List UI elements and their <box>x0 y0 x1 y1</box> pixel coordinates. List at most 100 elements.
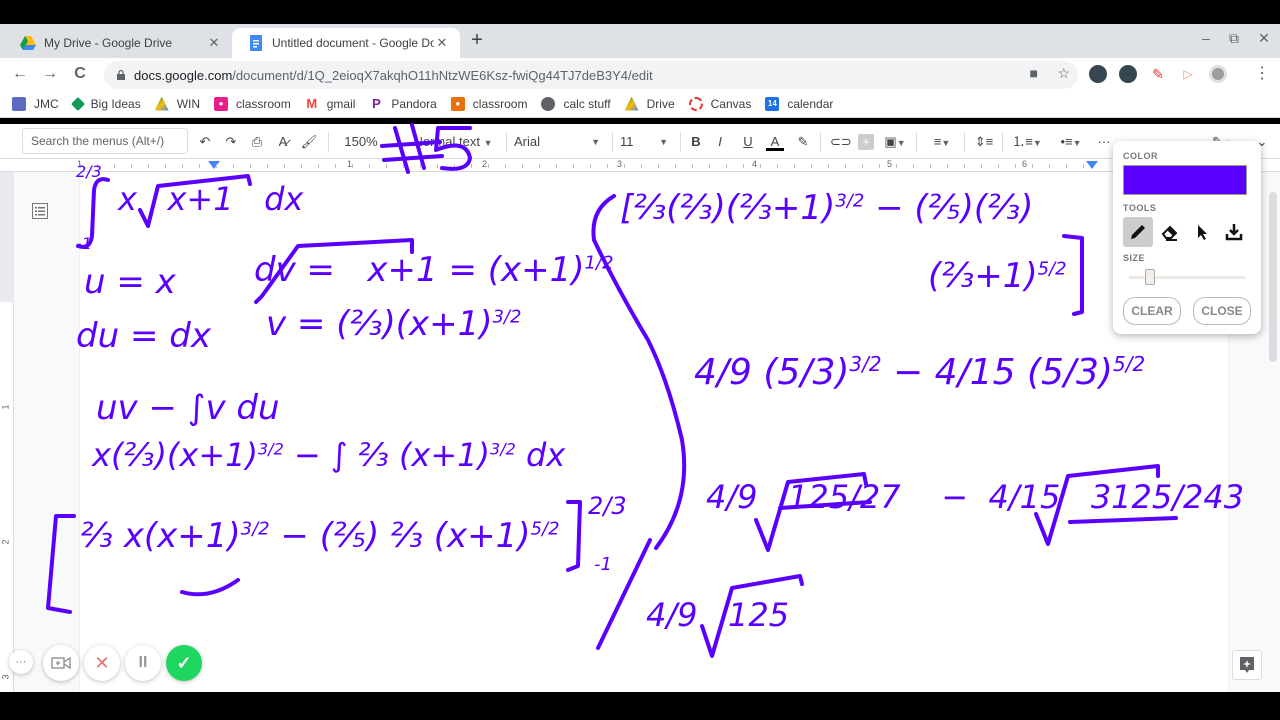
highlight-color-icon[interactable]: ✎ <box>794 132 812 152</box>
bookmark-canvas[interactable]: Canvas <box>688 96 751 111</box>
ruler-tick <box>743 164 744 168</box>
scrollbar-thumb[interactable] <box>1269 192 1277 362</box>
align-left-icon[interactable]: ≡▼ <box>928 132 956 152</box>
undo-icon[interactable]: ↶ <box>196 132 214 152</box>
lock-icon <box>117 70 125 80</box>
close-window-button[interactable]: ✕ <box>1252 30 1276 47</box>
insert-link-icon[interactable]: ⊂⊃ <box>830 132 852 152</box>
vertical-ruler: 1 2 3 <box>0 172 14 692</box>
tab-my-drive[interactable]: My Drive - Google Drive ✕ <box>4 28 232 58</box>
back-button[interactable]: ← <box>10 64 30 84</box>
download-icon[interactable] <box>1219 217 1249 247</box>
ruler-tick <box>845 164 846 168</box>
bookmark-calendar[interactable]: 14 calendar <box>765 96 833 111</box>
line-spacing-icon[interactable]: ⇕≡ <box>974 132 994 152</box>
recorder-done-button[interactable]: ✓ <box>166 645 202 681</box>
print-icon[interactable]: ⎙ <box>248 132 266 152</box>
paragraph-style-select[interactable]: Normal text ▼ <box>410 132 496 152</box>
underline-button[interactable]: U <box>740 132 756 152</box>
redo-icon[interactable]: ↷ <box>222 132 240 152</box>
bookmark-pandora[interactable]: P Pandora <box>369 96 437 111</box>
right-indent-marker[interactable] <box>1086 161 1098 169</box>
zoom-select[interactable]: 150% <box>338 132 384 152</box>
italic-button[interactable]: I <box>712 132 728 152</box>
ruler-tick <box>437 164 438 168</box>
ruler-tick <box>250 164 251 168</box>
pointer-icon[interactable] <box>1187 217 1217 247</box>
clear-button[interactable]: CLEAR <box>1123 297 1181 325</box>
bookmark-star-icon[interactable]: ☆ <box>1057 65 1070 82</box>
paint-format-icon[interactable]: 🖌 <box>300 132 318 152</box>
more-options-button[interactable]: ··· <box>1096 132 1112 152</box>
ruler-tick <box>726 164 727 168</box>
eraser-icon[interactable] <box>1155 217 1185 247</box>
slider-thumb[interactable] <box>1144 269 1155 285</box>
toolbar-divider <box>680 132 681 152</box>
classroom-icon: ● <box>214 96 229 111</box>
font-select[interactable]: Arial ▼ <box>514 132 604 152</box>
ruler-tick <box>879 164 880 168</box>
ruler-tick <box>811 164 812 168</box>
tab-untitled-document[interactable]: Untitled document - Google Docs ✕ <box>232 28 460 58</box>
ruler-tick <box>947 164 948 168</box>
vertical-scrollbar[interactable] <box>1266 172 1280 692</box>
tools-row <box>1123 217 1251 247</box>
forward-button[interactable]: → <box>40 64 60 84</box>
recorder-cancel-button[interactable]: ✕ <box>84 645 120 681</box>
bookmark-gmail[interactable]: Mgmail <box>305 96 355 111</box>
close-button[interactable]: CLOSE <box>1193 297 1251 325</box>
ruler-tick <box>335 164 336 168</box>
size-slider[interactable] <box>1123 267 1251 287</box>
bookmark-big-ideas[interactable]: Big Ideas <box>70 96 141 111</box>
recorder-camera-button[interactable] <box>43 645 79 681</box>
ruler-tick <box>233 164 234 168</box>
bulleted-list-icon[interactable]: •≡▼ <box>1054 132 1088 152</box>
ruler-tick <box>267 164 268 168</box>
ruler-tick <box>386 164 387 168</box>
extension-record-icon[interactable] <box>1209 65 1227 83</box>
recorder-more-button[interactable]: ··· <box>9 650 33 674</box>
color-swatch[interactable] <box>1123 165 1247 195</box>
bookmark-win[interactable]: WIN <box>154 96 200 111</box>
address-bar[interactable]: docs.google.com /document/d/1Q_2eioqX7ak… <box>104 61 1078 89</box>
search-menus-input[interactable]: Search the menus (Alt+/) <box>22 128 188 154</box>
reload-button[interactable]: C <box>70 64 90 84</box>
bookmark-jmc[interactable]: JMC <box>12 96 59 111</box>
close-tab-icon[interactable]: ✕ <box>206 35 222 51</box>
bookmark-drive[interactable]: Drive <box>624 96 675 111</box>
bookmark-calc-stuff[interactable]: calc stuff <box>541 96 611 111</box>
close-tab-icon[interactable]: ✕ <box>434 35 450 51</box>
extension-pen-icon[interactable]: ✎ <box>1149 65 1167 83</box>
ruler-tick <box>318 164 319 168</box>
camera-blocked-icon[interactable]: ■ <box>1030 65 1038 81</box>
extension-screencastify-icon[interactable]: ▷ <box>1179 65 1197 83</box>
ruler-tick <box>675 164 676 168</box>
toolbar-divider <box>612 132 613 152</box>
minimize-button[interactable]: – <box>1194 30 1218 46</box>
bookmark-classroom-2[interactable]: ● classroom <box>450 96 527 111</box>
explore-button[interactable] <box>1232 650 1262 680</box>
jmc-icon <box>12 96 26 111</box>
bold-button[interactable]: B <box>688 132 704 152</box>
extension-shield-icon[interactable] <box>1119 65 1137 83</box>
insert-comment-icon[interactable]: + <box>858 134 874 150</box>
browser-menu-icon[interactable]: ⋮ <box>1252 64 1272 84</box>
restore-button[interactable]: ⧉ <box>1222 30 1246 47</box>
ruler-tick <box>777 164 778 168</box>
numbered-list-icon[interactable]: ⒈≡▼ <box>1010 132 1044 152</box>
bookmark-classroom[interactable]: ● classroom <box>214 96 291 111</box>
text-color-button[interactable]: A <box>766 132 784 152</box>
left-indent-marker[interactable] <box>208 161 220 169</box>
ruler-tick <box>658 164 659 168</box>
new-tab-button[interactable]: + <box>466 30 488 52</box>
extension-shield-icon[interactable] <box>1089 65 1107 83</box>
ruler-tick <box>352 164 353 168</box>
font-size-select[interactable]: 11 ▼ <box>620 132 672 152</box>
spellcheck-icon[interactable]: A̷ <box>274 132 292 152</box>
document-page[interactable] <box>80 172 1228 692</box>
pencil-icon[interactable] <box>1123 217 1153 247</box>
ruler-tick <box>1015 164 1016 168</box>
insert-image-icon[interactable]: ▣▼ <box>882 132 908 152</box>
recorder-pause-button[interactable]: II <box>125 645 161 681</box>
document-outline-icon[interactable] <box>32 203 48 219</box>
